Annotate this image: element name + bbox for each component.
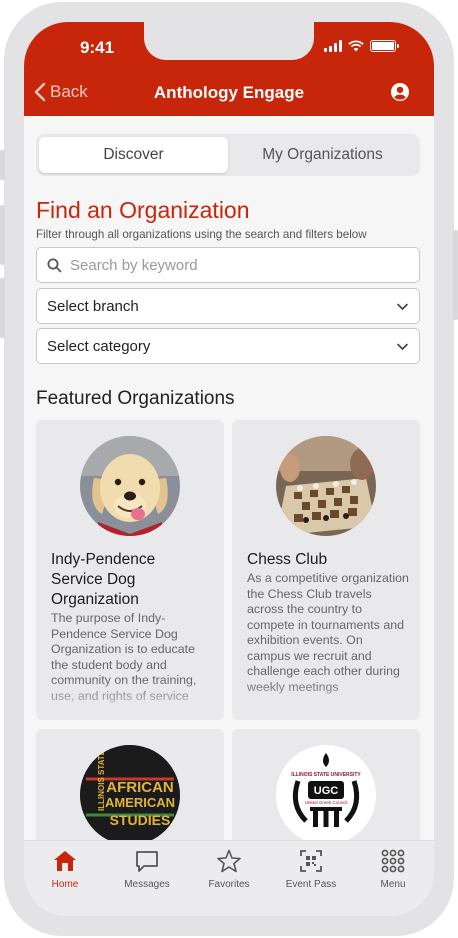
- org-logo-ugc: ILLINOIS STATE UNIVERSITY UGC United Gre…: [276, 745, 376, 845]
- logo-text-studies: STUDIES: [110, 812, 171, 828]
- logo-text-african: AFRICAN: [106, 779, 174, 796]
- grid-icon: [381, 849, 405, 873]
- search-icon: [47, 258, 62, 272]
- notch: [144, 22, 314, 60]
- mute-switch: [0, 150, 5, 180]
- volume-down-button: [0, 278, 5, 338]
- fade-overlay: [232, 680, 420, 720]
- find-title: Find an Organization: [36, 197, 250, 223]
- status-icons: [324, 40, 399, 52]
- battery-icon: [370, 40, 399, 52]
- segmented-control: Discover My Organizations: [36, 134, 420, 176]
- find-subtitle: Filter through all organizations using t…: [36, 228, 367, 241]
- branch-select-value: Select branch: [47, 297, 139, 315]
- search-input[interactable]: Search by keyword: [36, 247, 420, 283]
- screen: 9:41 Back Anthology Engage Discover My O…: [24, 22, 434, 916]
- tab-messages[interactable]: Messages: [106, 841, 188, 916]
- chevron-down-icon: [397, 343, 408, 350]
- org-card-african-american-studies[interactable]: ILLINOIS STATE AFRICAN AMERICAN STUDIES: [36, 729, 224, 849]
- tab-messages-label: Messages: [124, 879, 170, 890]
- tab-menu[interactable]: Menu: [352, 841, 434, 916]
- org-card-ugc[interactable]: ILLINOIS STATE UNIVERSITY UGC United Gre…: [232, 729, 420, 849]
- category-select[interactable]: Select category: [36, 328, 420, 364]
- wifi-icon: [348, 40, 364, 52]
- page-title: Anthology Engage: [153, 83, 305, 102]
- tab-event-pass-label: Event Pass: [285, 879, 337, 890]
- home-icon: [54, 851, 76, 871]
- org-card-service-dog[interactable]: Indy-Pendence Service Dog Organization T…: [36, 420, 224, 720]
- org-name: Chess Club: [247, 551, 328, 568]
- qr-icon: [300, 850, 322, 872]
- star-icon: [217, 849, 241, 873]
- tab-bar: Home Messages Favorites Event Pass Menu: [24, 840, 434, 916]
- logo-text-ugc: UGC: [314, 785, 339, 797]
- logo-text-university: ILLINOIS STATE UNIVERSITY: [291, 772, 361, 778]
- search-placeholder: Search by keyword: [70, 256, 198, 274]
- org-logo-chess: [276, 436, 376, 536]
- org-logo-aas: ILLINOIS STATE AFRICAN AMERICAN STUDIES: [80, 745, 180, 845]
- logo-text-greek-council: United Greek Council: [305, 800, 348, 805]
- tab-favorites-label: Favorites: [208, 879, 250, 890]
- volume-up-button: [0, 205, 5, 265]
- header: 9:41 Back Anthology Engage: [24, 22, 434, 116]
- tab-menu-label: Menu: [380, 879, 406, 890]
- logo-text-american: AMERICAN: [105, 795, 175, 810]
- tab-discover[interactable]: Discover: [39, 137, 228, 173]
- tab-my-organizations[interactable]: My Organizations: [228, 137, 417, 173]
- featured-heading: Featured Organizations: [36, 388, 235, 409]
- org-description: As a competitive organization the Chess …: [247, 571, 409, 694]
- branch-select[interactable]: Select branch: [36, 288, 420, 324]
- power-button: [453, 230, 458, 320]
- org-name: Indy-Pendence Service Dog Organization: [51, 551, 156, 608]
- signal-icon: [324, 40, 342, 52]
- tab-favorites[interactable]: Favorites: [188, 841, 270, 916]
- tab-home-label: Home: [51, 879, 79, 890]
- org-logo-dog: [80, 436, 180, 536]
- fade-overlay: [36, 680, 224, 720]
- org-card-chess-club[interactable]: Chess Club As a competitive organization…: [232, 420, 420, 720]
- status-time: 9:41: [80, 38, 115, 57]
- message-icon: [136, 851, 158, 872]
- tab-home[interactable]: Home: [24, 841, 106, 916]
- tab-event-pass[interactable]: Event Pass: [270, 841, 352, 916]
- category-select-value: Select category: [47, 337, 151, 355]
- profile-icon[interactable]: [390, 82, 410, 102]
- chevron-down-icon: [397, 303, 408, 310]
